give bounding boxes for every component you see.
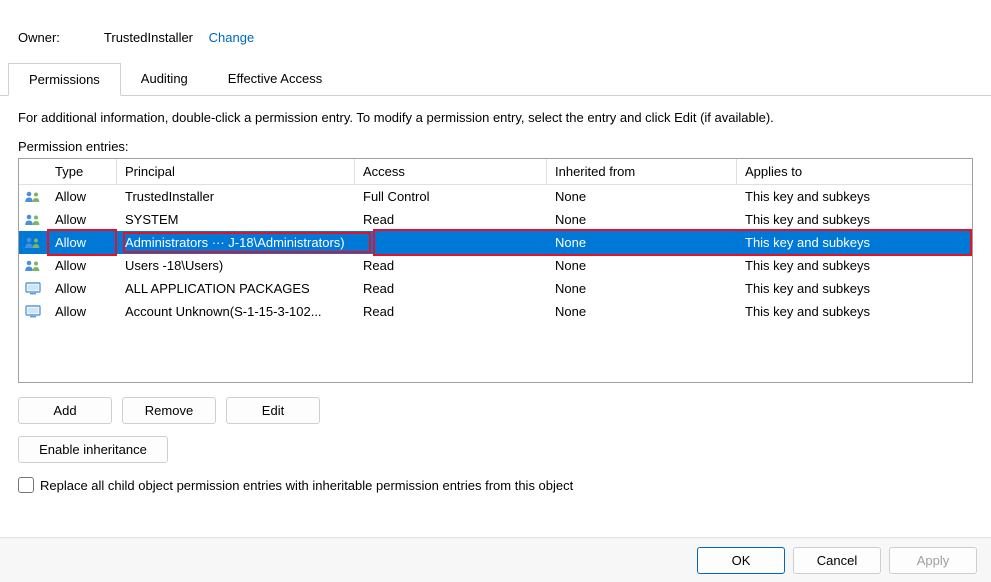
ok-button[interactable]: OK	[697, 547, 785, 574]
col-principal[interactable]: Principal	[117, 159, 355, 184]
table-row[interactable]: AllowAdministrators ··· J-18\Administrat…	[19, 231, 972, 254]
col-applies[interactable]: Applies to	[737, 159, 972, 184]
col-icon[interactable]	[19, 159, 47, 184]
cell-access: Read	[355, 255, 547, 276]
cell-type: Allow	[47, 186, 117, 207]
cell-applies: This key and subkeys	[737, 232, 972, 253]
cell-inherited: None	[547, 255, 737, 276]
table-body: AllowTrustedInstallerFull ControlNoneThi…	[19, 185, 972, 323]
cell-inherited: None	[547, 232, 737, 253]
table-row[interactable]: AllowTrustedInstallerFull ControlNoneThi…	[19, 185, 972, 208]
permissions-table: Type Principal Access Inherited from App…	[18, 158, 973, 383]
people-icon	[24, 236, 42, 250]
cell-type: Allow	[47, 278, 117, 299]
owner-row: Owner: TrustedInstaller Change	[0, 0, 991, 63]
cell-access: Read	[355, 301, 547, 322]
table-row[interactable]: AllowAccount Unknown(S-1-15-3-102...Read…	[19, 300, 972, 323]
cell-applies: This key and subkeys	[737, 186, 972, 207]
cell-type: Allow	[47, 209, 117, 230]
cell-type: Allow	[47, 232, 117, 253]
table-row[interactable]: AllowSYSTEMReadNoneThis key and subkeys	[19, 208, 972, 231]
col-access[interactable]: Access	[355, 159, 547, 184]
action-buttons-row: Add Remove Edit	[18, 397, 973, 424]
cell-type: Allow	[47, 301, 117, 322]
cell-applies: This key and subkeys	[737, 255, 972, 276]
tabs: Permissions Auditing Effective Access	[0, 63, 991, 96]
col-type[interactable]: Type	[47, 159, 117, 184]
cell-principal: TrustedInstaller	[117, 186, 355, 207]
monitor-icon	[25, 282, 41, 296]
cell-inherited: None	[547, 278, 737, 299]
table-row[interactable]: AllowUsers -18\Users)ReadNoneThis key an…	[19, 254, 972, 277]
cell-inherited: None	[547, 186, 737, 207]
cell-access: Full Control	[355, 186, 547, 207]
replace-checkbox[interactable]	[18, 477, 34, 493]
owner-value-group: TrustedInstaller Change	[104, 30, 254, 45]
table-row[interactable]: AllowALL APPLICATION PACKAGESReadNoneThi…	[19, 277, 972, 300]
cell-inherited: None	[547, 301, 737, 322]
cell-access: Read	[355, 209, 547, 230]
replace-checkbox-row: Replace all child object permission entr…	[18, 477, 973, 493]
edit-button[interactable]: Edit	[226, 397, 320, 424]
cancel-button[interactable]: Cancel	[793, 547, 881, 574]
people-icon	[24, 259, 42, 273]
row-icon-cell	[19, 282, 47, 296]
row-icon-cell	[19, 305, 47, 319]
apply-button[interactable]: Apply	[889, 547, 977, 574]
col-inherited[interactable]: Inherited from	[547, 159, 737, 184]
cell-access	[355, 240, 547, 246]
change-owner-link[interactable]: Change	[209, 30, 255, 45]
cell-principal: Administrators ··· J-18\Administrators)	[117, 232, 355, 253]
row-icon-cell	[19, 190, 47, 204]
people-icon	[24, 213, 42, 227]
tab-permissions[interactable]: Permissions	[8, 63, 121, 96]
row-icon-cell	[19, 213, 47, 227]
monitor-icon	[25, 305, 41, 319]
cell-applies: This key and subkeys	[737, 301, 972, 322]
tab-auditing[interactable]: Auditing	[121, 63, 208, 95]
cell-applies: This key and subkeys	[737, 278, 972, 299]
remove-button[interactable]: Remove	[122, 397, 216, 424]
owner-label: Owner:	[18, 30, 60, 45]
bottom-button-bar: OK Cancel Apply	[0, 537, 991, 582]
cell-applies: This key and subkeys	[737, 209, 972, 230]
cell-access: Read	[355, 278, 547, 299]
tab-effective-access[interactable]: Effective Access	[208, 63, 342, 95]
owner-value: TrustedInstaller	[104, 30, 193, 45]
cell-principal: Account Unknown(S-1-15-3-102...	[117, 301, 355, 322]
cell-principal: Users -18\Users)	[117, 255, 355, 276]
people-icon	[24, 190, 42, 204]
cell-principal: SYSTEM	[117, 209, 355, 230]
entries-label: Permission entries:	[18, 139, 973, 154]
tab-content: For additional information, double-click…	[0, 96, 991, 507]
cell-principal: ALL APPLICATION PACKAGES	[117, 278, 355, 299]
row-icon-cell	[19, 259, 47, 273]
add-button[interactable]: Add	[18, 397, 112, 424]
replace-checkbox-label: Replace all child object permission entr…	[40, 478, 573, 493]
cell-inherited: None	[547, 209, 737, 230]
table-header: Type Principal Access Inherited from App…	[19, 159, 972, 185]
cell-type: Allow	[47, 255, 117, 276]
enable-inheritance-button[interactable]: Enable inheritance	[18, 436, 168, 463]
instruction-text: For additional information, double-click…	[18, 110, 973, 125]
row-icon-cell	[19, 236, 47, 250]
